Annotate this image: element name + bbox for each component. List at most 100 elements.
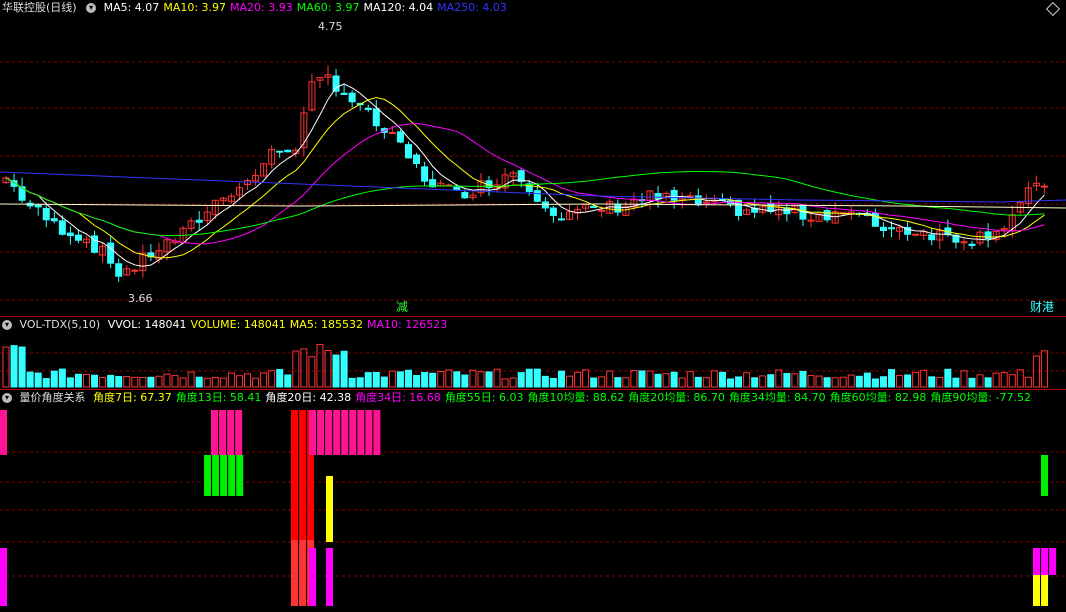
angle-bar — [299, 410, 307, 540]
dropdown-circle-icon[interactable]: ▾ — [2, 393, 12, 403]
candle-body — [332, 75, 340, 92]
volume-bar — [606, 370, 614, 388]
low-price-label: 3.66 — [128, 292, 153, 305]
volume-bar — [855, 375, 863, 388]
volume-bar — [421, 371, 429, 388]
vol-indicator: MA5: 185532 — [289, 318, 364, 331]
volume-bar — [155, 375, 163, 388]
volume-bar — [91, 374, 99, 388]
angle-bar — [212, 455, 220, 496]
angle-bar — [1041, 575, 1049, 606]
volume-panel[interactable]: ▾ VOL-TDX(5,10) VVOL: 148041 VOLUME: 1480… — [0, 317, 1066, 389]
angle-indicator: 角度13日: 58.41 — [175, 391, 262, 404]
volume-bar — [348, 377, 356, 388]
volume-bar — [710, 370, 718, 388]
volume-bar — [203, 377, 211, 388]
volume-bar — [767, 374, 775, 388]
candle-body — [115, 263, 123, 277]
angle-indicator: 角度20日: 42.38 — [265, 391, 352, 404]
angle-indicator: 角度34日: 16.68 — [355, 391, 441, 404]
volume-bar — [493, 368, 501, 388]
volume-bar — [896, 374, 904, 388]
candle-body — [74, 234, 82, 241]
volume-bar — [268, 370, 276, 388]
volume-bar — [235, 375, 243, 388]
angle-indicator: 角度34均量: 84.70 — [728, 391, 826, 404]
angle-bar — [349, 410, 357, 455]
candle-body — [372, 108, 380, 127]
volume-bar — [743, 372, 751, 388]
candle-body — [968, 243, 976, 246]
volume-bar — [147, 376, 155, 388]
price-panel[interactable]: 华联控股(日线) ▾ MA5: 4.07 MA10: 3.97 MA20: 3.93… — [0, 0, 1066, 316]
volume-bar — [839, 376, 847, 388]
volume-bar — [42, 378, 50, 388]
dropdown-circle-icon[interactable]: ▾ — [86, 3, 97, 13]
candle-body — [928, 234, 936, 241]
ma20-line — [5, 122, 1045, 245]
angle-indicator: 角度10均量: 88.62 — [527, 391, 625, 404]
dropdown-circle-icon[interactable]: ▾ — [2, 320, 12, 330]
volume-bar — [823, 377, 831, 388]
candle-body — [340, 92, 348, 95]
angle-bar — [317, 410, 325, 455]
ma250-line — [0, 171, 1066, 203]
angle-bar — [220, 455, 228, 496]
event-marker-caigang[interactable]: 财港 — [1030, 298, 1054, 315]
volume-bar — [614, 377, 622, 388]
volume-bar — [34, 372, 42, 388]
volume-bar — [429, 372, 437, 388]
candle-body — [396, 131, 404, 143]
high-price-label: 4.75 — [318, 20, 343, 33]
volume-bar — [871, 378, 879, 388]
volume-bar — [276, 368, 284, 388]
angle-title: 量价角度关系 — [19, 391, 86, 404]
angle-bar — [227, 410, 235, 455]
angle-panel[interactable]: ▾ 量价角度关系 角度7日: 67.37 角度13日: 58.41 角度20日: 4… — [0, 390, 1066, 612]
volume-bar — [678, 377, 686, 388]
volume-bar — [332, 354, 340, 388]
volume-bar — [936, 377, 944, 388]
volume-bar — [308, 356, 316, 388]
stock-title: 华联控股(日线) — [2, 1, 77, 14]
volume-bar — [799, 370, 807, 388]
volume-bar — [807, 374, 815, 388]
event-marker-jian[interactable]: 减 — [396, 298, 408, 315]
angle-bar — [341, 410, 349, 455]
volume-bar — [525, 368, 533, 388]
candle-body — [276, 150, 284, 153]
candle-body — [590, 205, 598, 209]
volume-bar — [960, 370, 968, 388]
candle-body — [58, 220, 66, 235]
volume-bar — [976, 374, 984, 388]
angle-bar — [236, 455, 244, 496]
volume-bar — [227, 372, 235, 388]
ma10-line — [5, 96, 1045, 259]
volume-bar — [702, 377, 710, 388]
candle-body — [107, 242, 115, 264]
volume-bar — [413, 374, 421, 388]
volume-bar — [300, 348, 308, 388]
angle-indicator: 角度90均量: -77.52 — [930, 391, 1031, 404]
volume-bar — [992, 372, 1000, 388]
volume-bar — [533, 368, 541, 388]
angle-indicator: 角度20均量: 86.70 — [628, 391, 725, 404]
candlestick-chart[interactable] — [0, 0, 1066, 316]
candle-body — [879, 226, 887, 232]
volume-bar — [219, 377, 227, 388]
candle-body — [66, 232, 74, 237]
volume-bar — [574, 371, 582, 388]
angle-bar — [1049, 548, 1057, 575]
volume-bar — [211, 376, 219, 388]
angle-chart[interactable] — [0, 390, 1066, 612]
volume-bar — [630, 370, 638, 388]
candle-body — [694, 195, 702, 206]
volume-bar — [1008, 374, 1016, 388]
volume-header: ▾ VOL-TDX(5,10) VVOL: 148041 VOLUME: 1480… — [0, 317, 455, 333]
volume-bar — [372, 371, 380, 388]
candle-body — [888, 227, 895, 230]
angle-bar — [309, 548, 316, 606]
volume-bar — [179, 377, 187, 388]
volume-bar — [1000, 372, 1008, 388]
volume-bar — [437, 370, 445, 388]
